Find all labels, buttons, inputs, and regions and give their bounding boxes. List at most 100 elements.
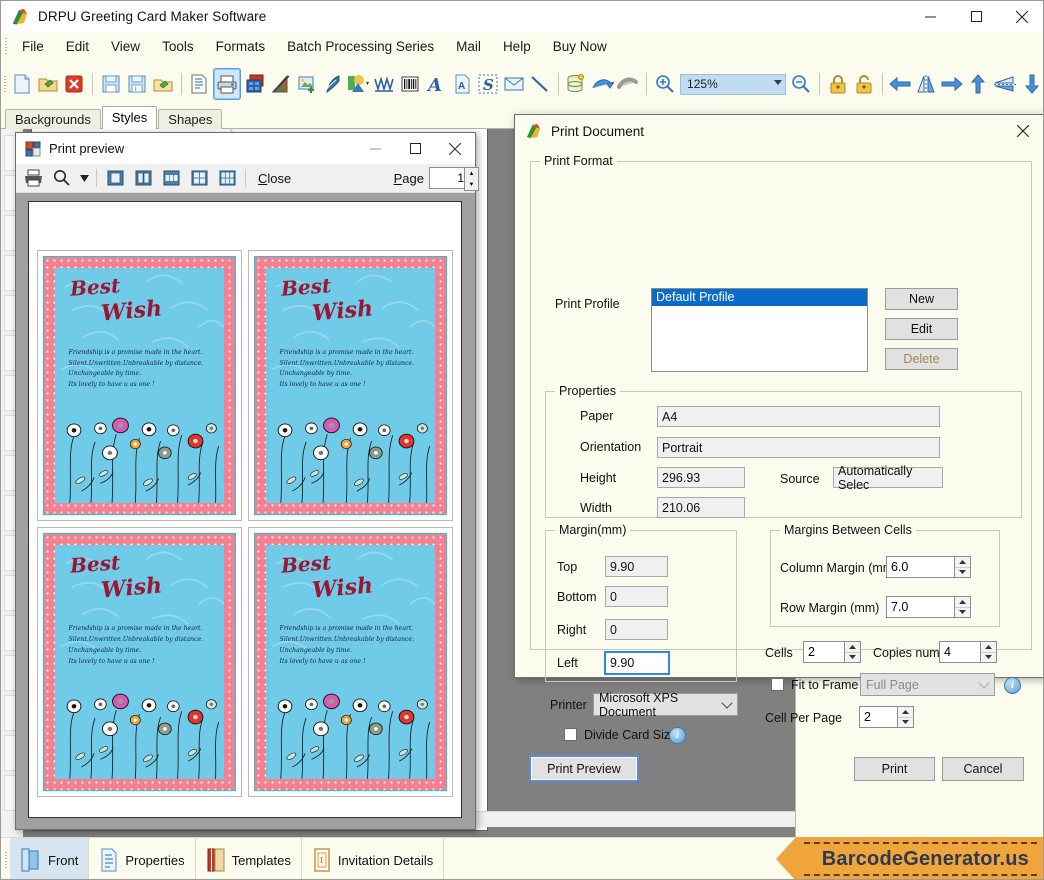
copies-number-spinner[interactable]	[980, 642, 996, 662]
six-page-view-icon[interactable]	[214, 167, 240, 189]
menu-gripper[interactable]	[1, 32, 11, 61]
printer-select[interactable]: Microsoft XPS Document	[593, 691, 738, 719]
preview-maximize-button[interactable]	[395, 134, 435, 164]
statusbar-item-front[interactable]: Front	[10, 838, 90, 879]
preview-card-2[interactable]: Best Wish Friendship is a promise made i…	[248, 250, 453, 521]
toolbar-gripper[interactable]	[1, 70, 10, 99]
tab-shapes[interactable]: Shapes	[158, 109, 223, 129]
close-button[interactable]	[999, 1, 1043, 32]
print-preview-window[interactable]: Print preview C lose Page 1 ▲ ▼ Best Wis…	[15, 132, 479, 830]
database-icon[interactable]	[564, 70, 588, 98]
menu-item-formats[interactable]: Formats	[205, 35, 277, 58]
menu-item-batch-processing-series[interactable]: Batch Processing Series	[276, 35, 445, 58]
divide-card-size-info-icon[interactable]: i	[669, 727, 686, 744]
cells-spinner[interactable]	[844, 642, 860, 662]
column-margin-down[interactable]	[955, 568, 970, 578]
cells-down[interactable]	[845, 653, 860, 663]
cell-per-page-down[interactable]	[898, 718, 913, 728]
watermark-icon[interactable]	[372, 70, 396, 98]
insert-image-icon[interactable]	[295, 70, 319, 98]
four-page-view-icon[interactable]	[186, 167, 212, 189]
preview-close-button[interactable]	[435, 134, 475, 164]
page-spinner[interactable]: ▲ ▼	[464, 167, 479, 191]
column-margin-input[interactable]: 6.0	[886, 556, 971, 578]
page-number-input[interactable]: 1 ▲ ▼	[429, 167, 479, 191]
open-folder-icon[interactable]	[36, 70, 60, 98]
preview-zoom-icon[interactable]	[49, 167, 75, 189]
menu-item-help[interactable]: Help	[492, 35, 542, 58]
copies-up[interactable]	[981, 642, 996, 653]
close-document-icon[interactable]	[62, 70, 86, 98]
text-icon[interactable]: A	[424, 70, 448, 98]
width-field[interactable]: 210.06	[657, 497, 745, 518]
margin-top-field[interactable]: 9.90	[605, 556, 668, 577]
statusbar-item-templates[interactable]: Templates	[196, 838, 302, 879]
column-margin-spinner[interactable]	[954, 557, 970, 577]
menu-item-view[interactable]: View	[100, 35, 151, 58]
signature-icon[interactable]: S	[476, 70, 500, 98]
print-document-dialog[interactable]: Print Document Print Format Print Profil…	[514, 114, 1043, 782]
row-margin-down[interactable]	[955, 608, 970, 618]
barcode-icon[interactable]	[398, 70, 422, 98]
flip-vertical-icon[interactable]	[992, 70, 1018, 98]
divide-card-size-checkbox[interactable]	[564, 728, 577, 741]
cell-per-page-input[interactable]: 2	[859, 706, 914, 728]
preview-card-3[interactable]: Best Wish Friendship is a promise made i…	[37, 526, 242, 797]
row-margin-spinner[interactable]	[954, 597, 970, 617]
fit-to-frame-select[interactable]: Full Page	[860, 673, 995, 696]
pen-icon[interactable]	[321, 70, 345, 98]
print-preview-button[interactable]: Print Preview	[529, 755, 639, 782]
menu-item-tools[interactable]: Tools	[151, 35, 205, 58]
maximize-button[interactable]	[953, 1, 999, 32]
text-page-icon[interactable]: A	[450, 70, 474, 98]
cell-per-page-spinner[interactable]	[897, 707, 913, 727]
statusbar-item-properties[interactable]: Properties	[89, 838, 196, 879]
align-left-icon[interactable]	[888, 70, 912, 98]
menu-item-mail[interactable]: Mail	[445, 35, 492, 58]
save-icon[interactable]	[99, 70, 123, 98]
height-field[interactable]: 296.93	[657, 467, 745, 488]
cancel-button[interactable]: Cancel	[942, 757, 1024, 781]
preview-zoom-dropdown-icon[interactable]	[77, 167, 91, 189]
chevron-down-icon[interactable]	[774, 79, 783, 85]
save-as-icon[interactable]: I	[125, 70, 149, 98]
tab-backgrounds[interactable]: Backgrounds	[5, 109, 101, 129]
copies-down[interactable]	[981, 653, 996, 663]
export-icon[interactable]	[151, 70, 175, 98]
one-page-view-icon[interactable]	[102, 167, 128, 189]
print-icon[interactable]	[213, 68, 241, 100]
flip-horizontal-icon[interactable]	[914, 70, 938, 98]
page-spinner-down[interactable]: ▼	[465, 179, 478, 190]
print-dialog-close-button[interactable]	[1001, 116, 1043, 147]
align-bottom-icon[interactable]	[1020, 70, 1043, 98]
print-preview-body[interactable]: Best Wish Friendship is a promise made i…	[16, 193, 475, 829]
cell-per-page-up[interactable]	[898, 707, 913, 718]
shapes-icon[interactable]	[346, 70, 370, 98]
row-margin-input[interactable]: 7.0	[886, 596, 971, 618]
redo-icon[interactable]	[616, 70, 640, 98]
gradient-icon[interactable]	[269, 70, 293, 98]
edit-profile-button[interactable]: Edit	[885, 318, 958, 340]
preview-print-icon[interactable]	[21, 167, 47, 189]
fit-to-frame-info-icon[interactable]: i	[1004, 677, 1021, 694]
new-profile-button[interactable]: New	[885, 288, 958, 310]
preview-card-4[interactable]: Best Wish Friendship is a promise made i…	[248, 526, 453, 797]
page-setup-icon[interactable]	[188, 70, 212, 98]
preview-minimize-button[interactable]	[355, 134, 395, 164]
mail-icon[interactable]	[502, 70, 526, 98]
undo-icon[interactable]	[590, 70, 615, 98]
cells-input[interactable]: 2	[803, 641, 861, 663]
minimize-button[interactable]	[907, 1, 953, 32]
align-right-icon[interactable]	[940, 70, 964, 98]
menu-item-edit[interactable]: Edit	[55, 35, 100, 58]
print-profile-listbox[interactable]: Default Profile	[651, 288, 868, 372]
menu-item-buy-now[interactable]: Buy Now	[542, 35, 618, 58]
row-margin-up[interactable]	[955, 597, 970, 608]
column-margin-up[interactable]	[955, 557, 970, 568]
margin-bottom-field[interactable]: 0	[605, 586, 668, 607]
orientation-field[interactable]: Portrait	[657, 437, 940, 458]
two-page-view-icon[interactable]	[130, 167, 156, 189]
zoom-level-combo[interactable]: 125%	[680, 73, 787, 95]
fit-to-frame-checkbox[interactable]	[771, 678, 784, 691]
line-icon[interactable]	[528, 70, 552, 98]
